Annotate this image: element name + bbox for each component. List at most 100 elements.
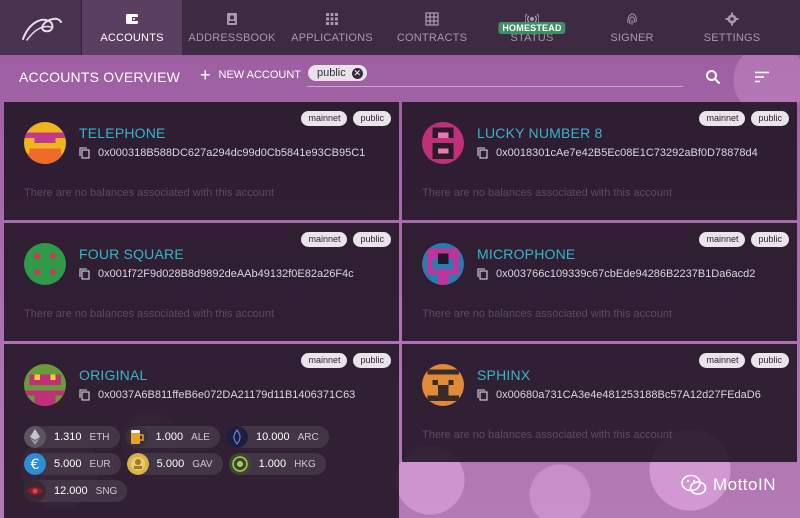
token-balance[interactable]: 1.310 ETH xyxy=(24,426,120,448)
chip-remove-icon[interactable]: ✕ xyxy=(351,67,363,79)
visibility-tag: public xyxy=(751,232,789,247)
account-card[interactable]: mainnet public ORIGINAL 0x0037A6B811ffeB… xyxy=(4,344,399,518)
network-badge: HOMESTEAD xyxy=(498,22,566,34)
visibility-tag: public xyxy=(353,353,391,368)
token-balance[interactable]: 1.000 HKG xyxy=(228,453,326,475)
account-address: 0x0018301cAe7e42B5Ec08E1C73292aBf0D78878… xyxy=(496,147,758,159)
copy-icon[interactable] xyxy=(477,268,488,280)
token-amount: 10.000 xyxy=(255,431,290,443)
network-tag: mainnet xyxy=(699,353,746,368)
token-balance[interactable]: 5.000 GAV xyxy=(126,453,223,475)
identicon-avatar xyxy=(422,122,464,164)
visibility-tag: public xyxy=(353,232,391,247)
account-address-row: 0x0018301cAe7e42B5Ec08E1C73292aBf0D78878… xyxy=(477,147,758,159)
account-address: 0x001f72F9d028B8d9892deAAb49132f0E82a26F… xyxy=(98,268,354,280)
account-name[interactable]: FOUR SQUARE xyxy=(79,246,184,262)
account-card[interactable]: mainnet public TELEPHONE 0x000318B588DC6… xyxy=(4,102,399,220)
network-tag: mainnet xyxy=(301,111,348,126)
network-tag: mainnet xyxy=(699,232,746,247)
accounts-toolbar: ACCOUNTS OVERVIEW + NEW ACCOUNT public ✕ xyxy=(0,55,800,98)
nav-settings[interactable]: SETTINGS xyxy=(682,0,782,55)
watermark-text: MottoIN xyxy=(712,475,776,494)
addressbook-icon xyxy=(227,13,237,25)
account-tags: mainnet public xyxy=(301,232,391,247)
copy-icon[interactable] xyxy=(477,147,488,159)
nav-label: CONTRACTS xyxy=(396,32,468,44)
account-tags: mainnet public xyxy=(699,111,789,126)
identicon-avatar xyxy=(24,243,66,285)
nav-label: ACCOUNTS xyxy=(100,32,164,44)
no-balance-text: There are no balances associated with th… xyxy=(24,308,275,320)
account-address-row: 0x000318B588DC627a294dc99d0Cb5841e93CB95… xyxy=(79,147,365,159)
filter-input[interactable]: public ✕ xyxy=(307,63,683,87)
token-balance[interactable]: 10.000 ARC xyxy=(225,426,329,448)
account-tags: mainnet public xyxy=(301,111,391,126)
token-symbol: HKG xyxy=(294,458,316,470)
token-balance[interactable]: 1.000 ALE xyxy=(125,426,220,448)
network-tag: mainnet xyxy=(301,232,348,247)
sort-icon[interactable] xyxy=(754,71,770,83)
nav-label: APPLICATIONS xyxy=(291,32,373,44)
filter-chip-label: public xyxy=(317,67,346,79)
copy-icon[interactable] xyxy=(79,147,90,159)
arc-icon xyxy=(225,426,248,448)
nav-contracts[interactable]: CONTRACTS xyxy=(382,0,482,55)
beer-icon xyxy=(125,426,148,448)
fingerprint-icon xyxy=(627,13,637,25)
account-card[interactable]: mainnet public LUCKY NUMBER 8 0x0018301c… xyxy=(402,102,797,220)
account-address-row: 0x00680a731CA3e4e481253188Bc57A12d27FEda… xyxy=(477,389,761,401)
new-account-button[interactable]: + NEW ACCOUNT xyxy=(200,66,301,84)
account-address: 0x003766c109339c67cbEde94286B2237B1Da6ac… xyxy=(496,268,756,280)
watermark: MottoIN xyxy=(681,474,776,496)
search-icon[interactable] xyxy=(705,69,721,85)
copy-icon[interactable] xyxy=(79,389,90,401)
network-tag: mainnet xyxy=(699,111,746,126)
nav-signer[interactable]: SIGNER xyxy=(582,0,682,55)
account-name[interactable]: ORIGINAL xyxy=(79,367,148,383)
copy-icon[interactable] xyxy=(477,389,488,401)
nav-status[interactable]: HOMESTEAD STATUS xyxy=(482,0,582,55)
account-name[interactable]: LUCKY NUMBER 8 xyxy=(477,125,602,141)
token-amount: 12.000 xyxy=(54,485,88,497)
sng-eye-icon xyxy=(24,480,46,502)
account-card[interactable]: mainnet public SPHINX 0x00680a731CA3e4e4… xyxy=(402,344,797,462)
account-address-row: 0x001f72F9d028B8d9892deAAb49132f0E82a26F… xyxy=(79,268,354,280)
nav-addressbook[interactable]: ADDRESSBOOK xyxy=(182,0,282,55)
account-name[interactable]: SPHINX xyxy=(477,367,530,383)
gear-icon xyxy=(725,12,739,26)
account-card[interactable]: mainnet public FOUR SQUARE 0x001f72F9d02… xyxy=(4,223,399,341)
gav-coin-icon xyxy=(126,453,149,475)
account-name[interactable]: MICROPHONE xyxy=(477,246,575,262)
token-balance[interactable]: € 5.000 EUR xyxy=(24,453,121,475)
nav-accounts[interactable]: ACCOUNTS xyxy=(82,0,182,55)
account-name[interactable]: TELEPHONE xyxy=(79,125,166,141)
nav-applications[interactable]: APPLICATIONS xyxy=(282,0,382,55)
table-icon xyxy=(425,12,439,26)
account-tags: mainnet public xyxy=(301,353,391,368)
filter-chip[interactable]: public ✕ xyxy=(308,65,367,81)
account-address-row: 0x003766c109339c67cbEde94286B2237B1Da6ac… xyxy=(477,268,755,280)
identicon-avatar xyxy=(422,243,464,285)
token-symbol: EUR xyxy=(89,458,111,470)
token-balance[interactable]: 12.000 SNG xyxy=(24,480,128,502)
account-card[interactable]: mainnet public MICROPHONE 0x003766c10933… xyxy=(402,223,797,341)
account-address: 0x0037A6B811ffeB6e072DA21179d11B1406371C… xyxy=(98,389,356,401)
hkg-icon xyxy=(228,453,251,475)
identicon-avatar xyxy=(24,122,66,164)
network-tag: mainnet xyxy=(301,353,348,368)
mist-logo[interactable] xyxy=(0,0,82,55)
token-symbol: ALE xyxy=(191,431,210,443)
grid-icon xyxy=(326,13,338,25)
mist-logo-icon xyxy=(21,17,62,41)
token-symbol: ARC xyxy=(297,431,319,443)
copy-icon[interactable] xyxy=(79,268,90,280)
account-tags: mainnet public xyxy=(699,353,789,368)
token-symbol: ETH xyxy=(89,431,110,443)
visibility-tag: public xyxy=(751,353,789,368)
wechat-icon xyxy=(681,474,707,495)
no-balance-text: There are no balances associated with th… xyxy=(422,187,673,199)
token-amount: 5.000 xyxy=(54,458,82,470)
visibility-tag: public xyxy=(353,111,391,126)
no-balance-text: There are no balances associated with th… xyxy=(24,187,275,199)
top-navigation: ACCOUNTS ADDRESSBOOK APPLICATIONS CONTRA… xyxy=(0,0,800,55)
